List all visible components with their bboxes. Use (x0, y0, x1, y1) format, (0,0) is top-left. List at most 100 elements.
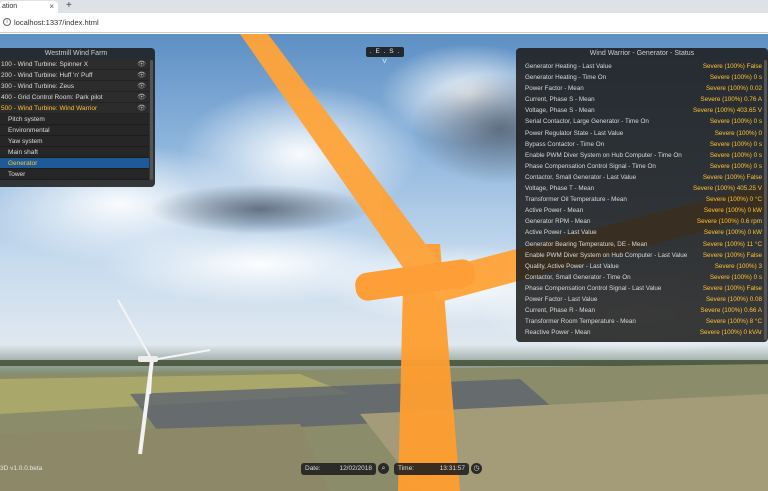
status-label: Generator Heating - Last Value (525, 63, 612, 70)
turbine-label: 400 - Grid Control Room: Park pilot (1, 94, 103, 101)
status-value: Severe (100%) False (702, 173, 762, 181)
status-row: Voltage, Phase S - Mean Severe (100%) 403… (525, 105, 762, 116)
status-row: Voltage, Phase T - Mean Severe (100%) 405… (525, 183, 762, 194)
eye-icon[interactable]: 👁 (137, 59, 146, 70)
status-row: Active Power - Last Value Severe (100%) 0… (525, 227, 762, 238)
date-field[interactable]: Date: 12/02/2018 (301, 463, 376, 475)
eye-icon[interactable]: 👁 (137, 81, 146, 92)
status-label: Quality, Active Power - Last Value (525, 262, 619, 270)
turbine-label: 500 - Wind Turbine: Wind Warrior (1, 105, 98, 112)
turbine-item-500[interactable]: 500 - Wind Turbine: Wind Warrior 👁 (0, 103, 149, 114)
status-list: Generator Heating - Last Value Severe (10… (525, 61, 762, 338)
status-scrollbar[interactable] (764, 60, 767, 340)
status-label: Current, Phase S - Mean (525, 96, 595, 104)
status-label: Enable PWM Diver System on Hub Computer … (525, 151, 682, 159)
system-item-pitch[interactable]: Pitch system (0, 114, 149, 125)
eye-icon[interactable]: 👁 (137, 92, 146, 103)
status-value: Severe (100%) 0 s (709, 118, 762, 126)
version-label: 3D v1.0.0.beta (0, 465, 43, 472)
system-item-environmental[interactable]: Environmental (0, 125, 149, 136)
time-field[interactable]: Time: 13:31:57 (394, 463, 469, 475)
system-item-main-shaft[interactable]: Main shaft (0, 147, 149, 158)
status-label: Phase Compensation Control Signal - Last… (525, 284, 662, 292)
status-value: Severe (100%) 0 s (709, 162, 762, 170)
new-tab-button[interactable]: + (66, 0, 72, 11)
farm-scrollbar[interactable] (150, 60, 153, 180)
browser-tab[interactable]: ation × (0, 1, 58, 13)
turbine-item-300[interactable]: 300 - Wind Turbine: Zeus 👁 (0, 81, 149, 92)
status-value: Severe (100%) 8 °C (705, 318, 762, 326)
status-label: Generator RPM - Mean (525, 218, 591, 226)
status-value: Severe (100%) 0 s (709, 273, 762, 281)
time-label: Time: (398, 465, 415, 472)
status-row: Phase Compensation Control Signal - Last… (525, 283, 762, 294)
status-value: Severe (100%) 0 s (709, 74, 762, 82)
status-label: Serial Contactor, Large Generator - Time… (525, 118, 649, 126)
status-value: Severe (100%) 405.25 V (693, 185, 762, 193)
status-value: Severe (100%) 403.65 V (693, 107, 762, 115)
status-label: Power Factor - Mean (525, 85, 584, 93)
status-value: Severe (100%) False (702, 284, 762, 292)
status-panel-title: Wind Warrior - Generator - Status (589, 50, 695, 57)
system-item-tower[interactable]: Tower (0, 169, 149, 180)
status-panel: Wind Warrior - Generator - Status Genera… (516, 48, 768, 342)
search-icon[interactable]: ⌕ (378, 463, 389, 474)
status-value: Severe (100%) False (702, 63, 762, 70)
status-value: Severe (100%) 0 kVAr (699, 329, 762, 337)
status-value: Severe (100%) 3 (714, 262, 762, 270)
status-label: Contactor, Small Generator - Time On (525, 273, 631, 281)
status-row: Transformer Oil Temperature - Mean Severe… (525, 194, 762, 205)
status-label: Transformer Room Temperature - Mean (525, 318, 636, 326)
system-item-generator[interactable]: Generator (0, 158, 149, 169)
status-value: Severe (100%) 0 °C (705, 196, 762, 204)
address-bar[interactable]: i localhost:1337/index.html (0, 13, 768, 33)
status-row: Enable PWM Diver System on Hub Computer … (525, 250, 762, 261)
clock-icon[interactable]: ◷ (471, 463, 482, 474)
status-row: Transformer Room Temperature - Mean Sever… (525, 316, 762, 327)
status-value: Severe (100%) 0 kW (703, 207, 762, 215)
info-icon[interactable]: i (3, 18, 11, 26)
status-label: Voltage, Phase S - Mean (525, 107, 595, 115)
status-label: Contactor, Small Generator - Last Value (525, 173, 637, 181)
url-text[interactable]: localhost:1337/index.html (14, 18, 99, 27)
status-value: Severe (100%) 0 s (709, 151, 762, 159)
turbine-label: 200 - Wind Turbine: Huff 'n' Puff (1, 72, 93, 79)
turbine-list: 100 - Wind Turbine: Spinner X 👁 200 - Wi… (0, 59, 155, 180)
status-label: Power Factor - Last Value (525, 295, 598, 303)
status-label: Reactive Power - Mean (525, 329, 591, 337)
status-label: Enable PWM Diver System on Hub Computer … (525, 251, 688, 259)
status-label: Transformer Oil Temperature - Mean (525, 196, 627, 204)
status-row: Quality, Active Power - Last Value Severe… (525, 261, 762, 272)
status-label: Phase Compensation Control Signal - Time… (525, 162, 656, 170)
status-row: Power Factor - Mean Severe (100%) 0.02 (525, 83, 762, 94)
status-row: Power Regulator State - Last Value Severe… (525, 128, 762, 139)
tab-close-icon[interactable]: × (49, 2, 54, 11)
status-row: Active Power - Mean Severe (100%) 0 kW (525, 205, 762, 216)
eye-icon[interactable]: 👁 (137, 103, 146, 114)
date-label: Date: (305, 465, 321, 472)
status-value: Severe (100%) 0.6 rpm (696, 218, 762, 226)
date-value[interactable]: 12/02/2018 (339, 463, 372, 475)
time-value[interactable]: 13:31:57 (440, 463, 465, 475)
system-item-yaw[interactable]: Yaw system (0, 136, 149, 147)
turbine-item-100[interactable]: 100 - Wind Turbine: Spinner X 👁 (0, 59, 149, 70)
turbine-label: 100 - Wind Turbine: Spinner X (1, 61, 89, 68)
status-row: Enable PWM Diver System on Hub Computer … (525, 150, 762, 161)
status-row: Generator Bearing Temperature, DE - Mean… (525, 239, 762, 250)
status-value: Severe (100%) 0 kW (703, 229, 762, 237)
eye-icon[interactable]: 👁 (137, 70, 146, 81)
status-label: Generator Heating - Time On (525, 74, 607, 82)
status-label: Active Power - Last Value (525, 229, 597, 237)
status-row: Phase Compensation Control Signal - Time… (525, 161, 762, 172)
status-row: Serial Contactor, Large Generator - Time… (525, 116, 762, 127)
status-value: Severe (100%) 0.08 (705, 295, 762, 303)
status-row: Bypass Contactor - Time On Severe (100%) … (525, 139, 762, 150)
turbine-item-400[interactable]: 400 - Grid Control Room: Park pilot 👁 (0, 92, 149, 103)
status-value: Severe (100%) 0.66 A (700, 307, 762, 315)
nav-compass[interactable]: . E . S . V (366, 47, 404, 65)
status-value: Severe (100%) 0.02 (705, 85, 762, 93)
status-row: Generator Heating - Time On Severe (100%)… (525, 72, 762, 83)
status-label: Generator Bearing Temperature, DE - Mean (525, 240, 648, 248)
turbine-item-200[interactable]: 200 - Wind Turbine: Huff 'n' Puff 👁 (0, 70, 149, 81)
wind-farm-panel: Westmill Wind Farm 100 - Wind Turbine: S… (0, 48, 155, 187)
